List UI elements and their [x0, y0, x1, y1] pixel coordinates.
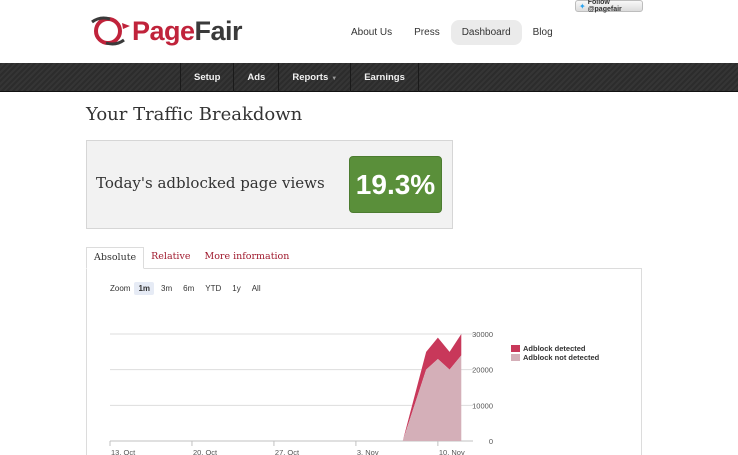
twitter-follow-button[interactable]: ✦ Follow @pagefair: [575, 0, 643, 13]
brand-name: PageFair: [132, 15, 243, 46]
legend-item-detected[interactable]: Adblock detected: [511, 344, 599, 353]
stat-value-badge: 19.3%: [349, 156, 442, 213]
top-nav: About Us Press Dashboard Blog: [340, 20, 564, 45]
legend-label-detected: Adblock detected: [523, 344, 586, 353]
tab-more-information[interactable]: More information: [197, 247, 296, 269]
adblock-stat-box: Today's adblocked page views 19.3%: [86, 140, 453, 229]
x-tick-label-0: 13. Oct: [111, 448, 136, 455]
zoom-ytd-button[interactable]: YTD: [201, 282, 225, 295]
x-tick-label-3: 3. Nov: [357, 448, 379, 455]
subnav-setup[interactable]: Setup: [181, 63, 235, 92]
subnav-ads[interactable]: Ads: [234, 63, 280, 92]
legend-item-not-detected[interactable]: Adblock not detected: [511, 353, 599, 362]
zoom-1y-button[interactable]: 1y: [228, 282, 244, 295]
zoom-label: Zoom: [110, 284, 131, 293]
tab-relative[interactable]: Relative: [144, 247, 197, 269]
pagefair-logo-icon: [91, 16, 130, 46]
y-tick-label-30000: 30000: [472, 330, 493, 339]
subnav-earnings[interactable]: Earnings: [351, 63, 419, 92]
traffic-area-chart: 0 10000 20000 30000 13. Oct 20. Oct 27. Oct 3. …: [109, 330, 493, 455]
x-tick-label-1: 20. Oct: [193, 448, 218, 455]
nav-dashboard[interactable]: Dashboard: [450, 20, 522, 45]
legend-swatch-not-detected: [511, 354, 520, 361]
sub-nav-bar: Setup Ads Reports ▼ Earnings: [0, 63, 738, 92]
y-tick-label-20000: 20000: [472, 366, 493, 375]
twitter-follow-label: Follow @pagefair: [587, 0, 622, 13]
y-tick-label-0: 0: [489, 437, 493, 446]
chart-tabs: Absolute Relative More information: [86, 247, 296, 269]
tab-absolute[interactable]: Absolute: [86, 247, 145, 269]
zoom-3m-button[interactable]: 3m: [157, 282, 176, 295]
subnav-reports[interactable]: Reports ▼: [279, 63, 352, 92]
pagefair-logo[interactable]: PageFair: [86, 14, 243, 48]
zoom-all-button[interactable]: All: [248, 282, 265, 295]
nav-press[interactable]: Press: [403, 20, 451, 45]
zoom-1m-button[interactable]: 1m: [134, 282, 155, 295]
stat-label: Today's adblocked page views: [96, 174, 325, 192]
legend-swatch-detected: [511, 345, 520, 352]
zoom-controls: Zoom 1m 3m 6m YTD 1y All: [110, 282, 268, 295]
subnav-reports-label: Reports: [292, 72, 329, 83]
zoom-6m-button[interactable]: 6m: [179, 282, 198, 295]
x-tick-label-2: 27. Oct: [275, 448, 300, 455]
area-adblock-not-detected: [110, 355, 462, 441]
site-header: PageFair ✦ Follow @pagefair About Us Pre…: [0, 0, 738, 63]
nav-about-us[interactable]: About Us: [340, 20, 403, 45]
x-tick-label-4: 10. Nov: [439, 448, 465, 455]
chart-legend: Adblock detected Adblock not detected: [511, 344, 599, 362]
nav-blog[interactable]: Blog: [522, 20, 564, 45]
page-title: Your Traffic Breakdown: [86, 104, 303, 125]
twitter-bird-icon: ✦: [579, 1, 586, 11]
sub-nav: Setup Ads Reports ▼ Earnings: [180, 63, 419, 92]
legend-label-not-detected: Adblock not detected: [523, 353, 600, 362]
chevron-down-icon: ▼: [331, 76, 338, 82]
y-tick-label-10000: 10000: [472, 401, 493, 410]
